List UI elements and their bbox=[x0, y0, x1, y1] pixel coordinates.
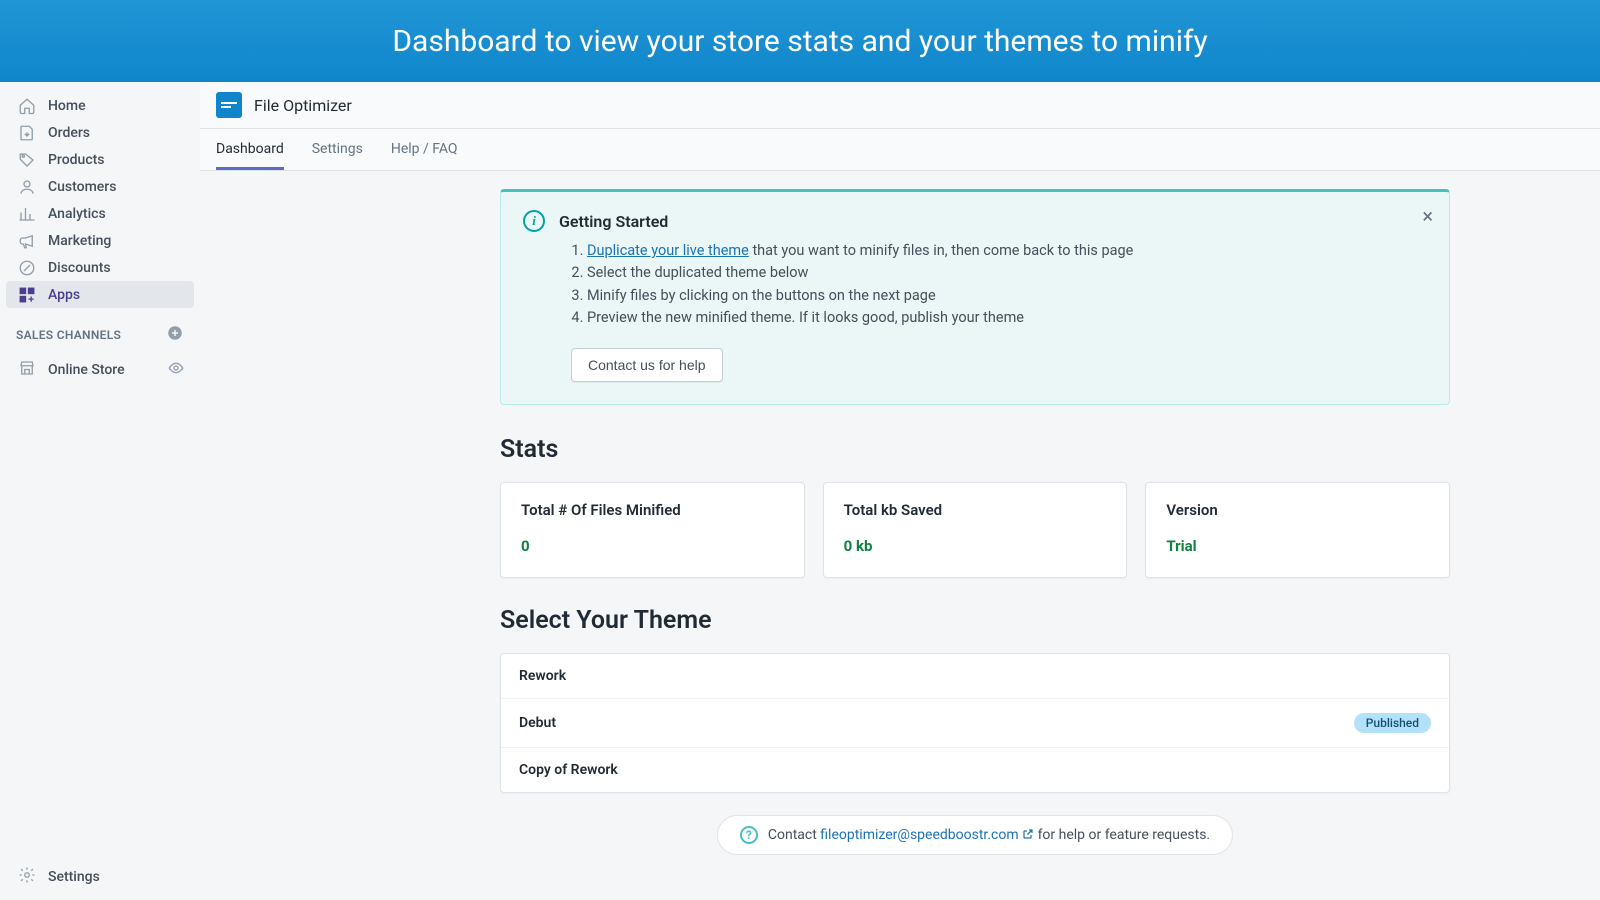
stat-label: Version bbox=[1166, 501, 1429, 519]
tag-icon bbox=[18, 151, 36, 169]
theme-name: Copy of Rework bbox=[519, 762, 618, 778]
nav-discounts[interactable]: Discounts bbox=[0, 254, 200, 281]
duplicate-theme-link[interactable]: Duplicate your live theme bbox=[587, 242, 749, 259]
nav-home[interactable]: Home bbox=[0, 92, 200, 119]
info-heading-text: Getting Started bbox=[559, 212, 668, 231]
stats-heading: Stats bbox=[500, 435, 1450, 464]
promo-banner-text: Dashboard to view your store stats and y… bbox=[392, 24, 1207, 59]
stat-version: Version Trial bbox=[1145, 482, 1450, 578]
app-logo-icon bbox=[216, 92, 242, 118]
footer-contact: ? Contact fileoptimizer@speedboostr.com … bbox=[717, 815, 1233, 855]
app-header: File Optimizer bbox=[200, 82, 1600, 129]
footer-suffix: for help or feature requests. bbox=[1034, 827, 1210, 843]
nav-orders[interactable]: Orders bbox=[0, 119, 200, 146]
step-3: Minify files by clicking on the buttons … bbox=[587, 285, 1427, 307]
stat-value: Trial bbox=[1166, 537, 1429, 555]
stat-label: Total kb Saved bbox=[844, 501, 1107, 519]
eye-icon[interactable] bbox=[168, 360, 184, 380]
add-channel-icon[interactable] bbox=[166, 324, 184, 345]
apps-icon bbox=[18, 286, 36, 304]
nav-products[interactable]: Products bbox=[0, 146, 200, 173]
nav-customers[interactable]: Customers bbox=[0, 173, 200, 200]
tab-dashboard[interactable]: Dashboard bbox=[216, 141, 284, 170]
stat-value: 0 kb bbox=[844, 537, 1107, 555]
theme-list: Rework Debut Published Copy of Rework bbox=[500, 653, 1450, 793]
nav-label: Home bbox=[48, 98, 86, 114]
gear-icon bbox=[18, 866, 36, 888]
orders-icon bbox=[18, 124, 36, 142]
stat-value: 0 bbox=[521, 537, 784, 555]
footer-prefix: Contact bbox=[768, 827, 820, 843]
select-theme-heading: Select Your Theme bbox=[500, 606, 1450, 635]
nav-label: Marketing bbox=[48, 233, 111, 249]
theme-name: Rework bbox=[519, 668, 566, 684]
info-icon: i bbox=[523, 210, 545, 232]
tab-help[interactable]: Help / FAQ bbox=[391, 141, 458, 170]
sales-channels-header: SALES CHANNELS bbox=[0, 308, 200, 353]
nav-settings[interactable]: Settings bbox=[0, 854, 200, 900]
app-tabs: Dashboard Settings Help / FAQ bbox=[200, 129, 1600, 171]
analytics-icon bbox=[18, 205, 36, 223]
stat-kb-saved: Total kb Saved 0 kb bbox=[823, 482, 1128, 578]
nav-marketing[interactable]: Marketing bbox=[0, 227, 200, 254]
theme-row[interactable]: Debut Published bbox=[501, 699, 1449, 748]
main-content: File Optimizer Dashboard Settings Help /… bbox=[200, 82, 1600, 900]
getting-started-card: × i Getting Started Duplicate your live … bbox=[500, 189, 1450, 405]
step-2: Select the duplicated theme below bbox=[587, 262, 1427, 284]
promo-banner: Dashboard to view your store stats and y… bbox=[0, 0, 1600, 82]
contact-help-button[interactable]: Contact us for help bbox=[571, 348, 723, 382]
store-icon bbox=[18, 359, 36, 381]
nav-analytics[interactable]: Analytics bbox=[0, 200, 200, 227]
theme-name: Debut bbox=[519, 715, 556, 731]
getting-started-steps: Duplicate your live theme that you want … bbox=[587, 240, 1427, 330]
nav-label: Orders bbox=[48, 125, 90, 141]
tab-settings[interactable]: Settings bbox=[312, 141, 363, 170]
stats-row: Total # Of Files Minified 0 Total kb Sav… bbox=[500, 482, 1450, 578]
stat-label: Total # Of Files Minified bbox=[521, 501, 784, 519]
help-circle-icon: ? bbox=[740, 826, 758, 844]
discount-icon bbox=[18, 259, 36, 277]
channel-online-store[interactable]: Online Store bbox=[0, 353, 200, 387]
home-icon bbox=[18, 97, 36, 115]
nav-label: Discounts bbox=[48, 260, 111, 276]
theme-row[interactable]: Rework bbox=[501, 654, 1449, 699]
nav-label: Apps bbox=[48, 287, 80, 303]
external-link-icon bbox=[1022, 828, 1034, 840]
app-title: File Optimizer bbox=[254, 96, 352, 115]
megaphone-icon bbox=[18, 232, 36, 250]
theme-row[interactable]: Copy of Rework bbox=[501, 748, 1449, 792]
nav-label: Products bbox=[48, 152, 105, 168]
published-badge: Published bbox=[1354, 713, 1431, 733]
user-icon bbox=[18, 178, 36, 196]
stat-files-minified: Total # Of Files Minified 0 bbox=[500, 482, 805, 578]
step-1: Duplicate your live theme that you want … bbox=[587, 240, 1427, 262]
nav-label: Customers bbox=[48, 179, 116, 195]
footer-email-link[interactable]: fileoptimizer@speedboostr.com bbox=[820, 827, 1034, 843]
sidebar: Home Orders Products Customers Analytics… bbox=[0, 82, 200, 900]
settings-label: Settings bbox=[48, 869, 100, 885]
section-title: SALES CHANNELS bbox=[16, 328, 121, 342]
nav-apps[interactable]: Apps bbox=[6, 281, 194, 308]
channel-label: Online Store bbox=[48, 362, 125, 378]
nav-label: Analytics bbox=[48, 206, 106, 222]
step-4: Preview the new minified theme. If it lo… bbox=[587, 307, 1427, 329]
close-icon[interactable]: × bbox=[1422, 204, 1433, 228]
